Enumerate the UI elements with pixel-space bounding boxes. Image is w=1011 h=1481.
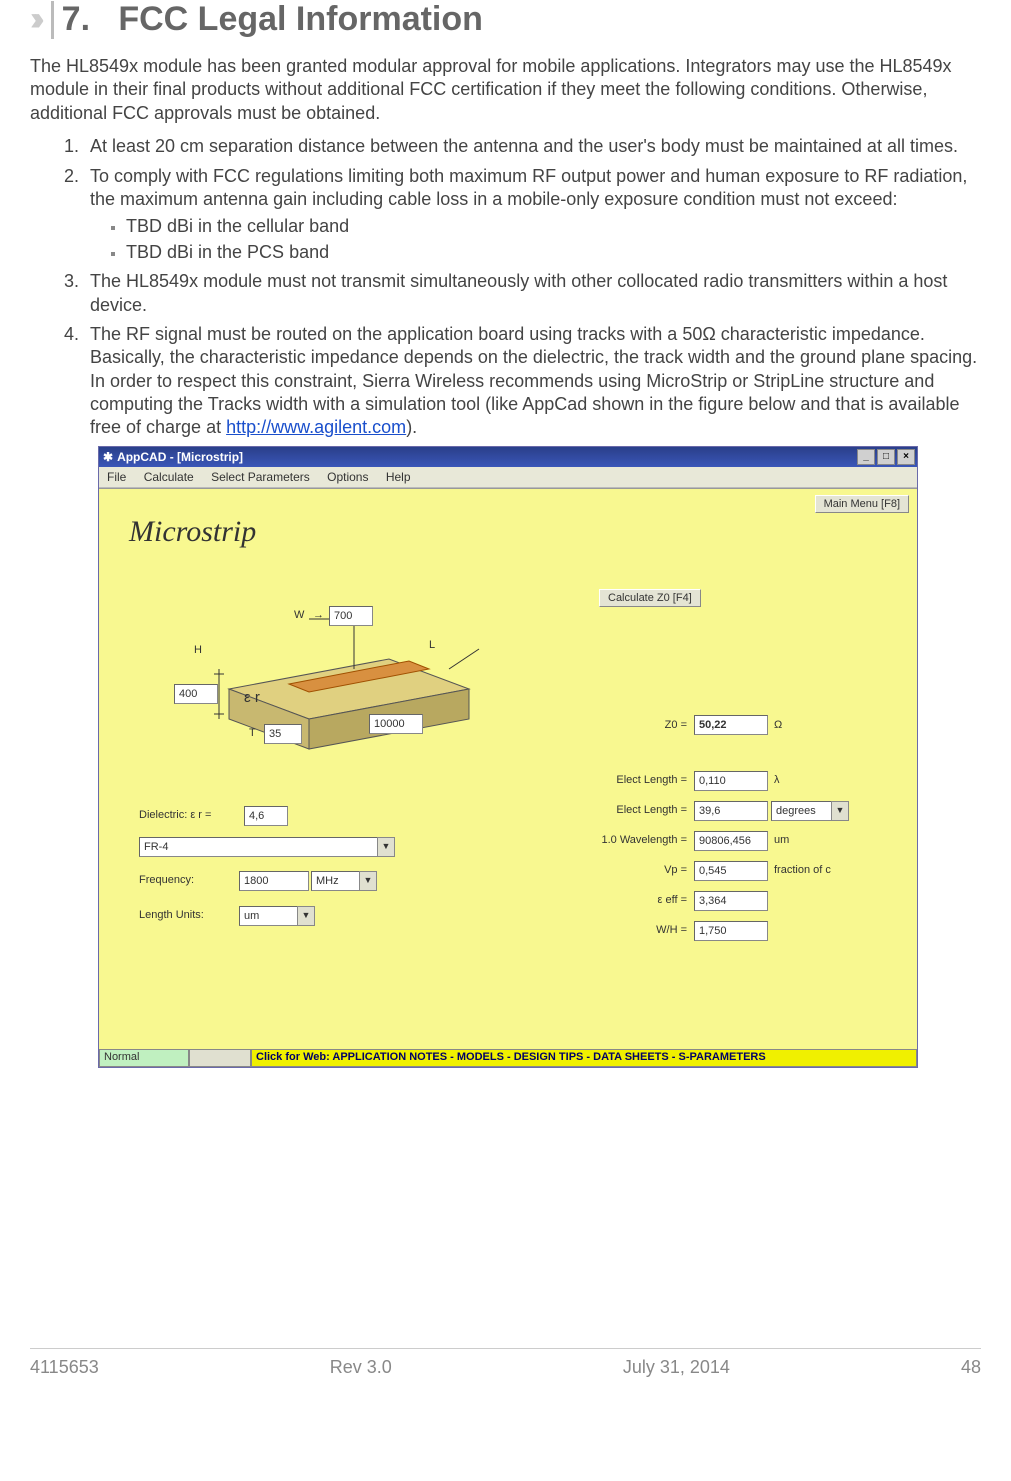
- z0-label: Z0 =: [607, 719, 687, 731]
- agilent-link[interactable]: http://www.agilent.com: [226, 417, 406, 437]
- dielectric-input[interactable]: 4,6: [244, 806, 288, 826]
- main-menu-button[interactable]: Main Menu [F8]: [815, 495, 909, 513]
- er-label: ε r: [244, 689, 260, 706]
- z0-output: 50,22: [694, 715, 768, 735]
- w-label: W: [294, 609, 304, 621]
- page-title: 7. FCC Legal Information: [62, 0, 483, 39]
- section-header: ›› 7. FCC Legal Information: [30, 0, 981, 39]
- titlebar: ✱ AppCAD - [Microstrip] _ □ ×: [99, 447, 917, 467]
- list-item: At least 20 cm separation distance betwe…: [84, 135, 981, 158]
- length-units-label: Length Units:: [139, 909, 204, 921]
- h-input[interactable]: 400: [174, 684, 218, 704]
- maximize-icon[interactable]: □: [877, 449, 895, 465]
- app-icon: ✱: [103, 450, 113, 464]
- page-number: 48: [961, 1357, 981, 1378]
- elen2-output: 39,6: [694, 801, 768, 821]
- status-web-link[interactable]: Click for Web: APPLICATION NOTES - MODEL…: [251, 1049, 917, 1067]
- wh-label: W/H =: [607, 924, 687, 936]
- elen1-unit: λ: [774, 774, 780, 786]
- elen1-label: Elect Length =: [587, 774, 687, 786]
- t-input[interactable]: 35: [264, 724, 302, 744]
- wavelength-label: 1.0 Wavelength =: [567, 834, 687, 846]
- sub-list-item: TBD dBi in the PCS band: [126, 241, 981, 264]
- dropdown-icon[interactable]: ▼: [297, 906, 315, 926]
- menu-file[interactable]: File: [107, 470, 126, 484]
- dropdown-icon[interactable]: ▼: [831, 801, 849, 821]
- l-input[interactable]: 10000: [369, 714, 423, 734]
- list-item: The RF signal must be routed on the appl…: [84, 323, 981, 440]
- eeff-output: 3,364: [694, 891, 768, 911]
- appcad-canvas: Main Menu [F8] Microstrip Calculate Z0 […: [99, 488, 917, 1049]
- menu-calculate[interactable]: Calculate: [144, 470, 194, 484]
- sub-list-item: TBD dBi in the cellular band: [126, 215, 981, 238]
- dropdown-icon[interactable]: ▼: [377, 837, 395, 857]
- page-footer: 4115653 Rev 3.0 July 31, 2014 48: [30, 1349, 981, 1398]
- appcad-window: ✱ AppCAD - [Microstrip] _ □ × File Calcu…: [98, 446, 918, 1068]
- frequency-unit-select[interactable]: MHz: [311, 871, 361, 891]
- panel-title: Microstrip: [129, 515, 256, 549]
- close-icon[interactable]: ×: [897, 449, 915, 465]
- vp-output: 0,545: [694, 861, 768, 881]
- heading-text: FCC Legal Information: [118, 0, 483, 38]
- elen2-unit-select[interactable]: degrees: [771, 801, 833, 821]
- dielectric-label: Dielectric: ε r =: [139, 809, 211, 821]
- wavelength-output: 90806,456: [694, 831, 768, 851]
- vp-unit: fraction of c: [774, 864, 831, 876]
- vp-label: Vp =: [607, 864, 687, 876]
- doc-date: July 31, 2014: [623, 1357, 730, 1378]
- frequency-input[interactable]: 1800: [239, 871, 309, 891]
- menu-help[interactable]: Help: [386, 470, 411, 484]
- t-label: T: [249, 727, 256, 739]
- heading-number: 7.: [62, 0, 90, 38]
- length-units-select[interactable]: um: [239, 906, 299, 926]
- chevrons-icon: ››: [30, 0, 37, 39]
- status-mode: Normal: [99, 1049, 189, 1067]
- l-label: L: [429, 639, 435, 651]
- list-item: To comply with FCC regulations limiting …: [84, 165, 981, 265]
- conditions-list: At least 20 cm separation distance betwe…: [50, 135, 981, 440]
- z0-unit: Ω: [774, 719, 782, 731]
- menu-options[interactable]: Options: [327, 470, 368, 484]
- h-label: H: [194, 644, 202, 656]
- doc-revision: Rev 3.0: [330, 1357, 392, 1378]
- menubar: File Calculate Select Parameters Options…: [99, 467, 917, 488]
- w-input[interactable]: 700: [329, 606, 373, 626]
- divider: [51, 1, 54, 39]
- frequency-label: Frequency:: [139, 874, 194, 886]
- dropdown-icon[interactable]: ▼: [359, 871, 377, 891]
- statusbar: Normal Click for Web: APPLICATION NOTES …: [99, 1049, 917, 1067]
- microstrip-diagram: [159, 569, 499, 779]
- eeff-label: ε eff =: [607, 894, 687, 906]
- menu-select-parameters[interactable]: Select Parameters: [211, 470, 310, 484]
- window-title: AppCAD - [Microstrip]: [117, 450, 243, 464]
- intro-paragraph: The HL8549x module has been granted modu…: [30, 55, 981, 125]
- sub-list: TBD dBi in the cellular band TBD dBi in …: [98, 215, 981, 264]
- doc-id: 4115653: [30, 1357, 99, 1378]
- elen2-label: Elect Length =: [587, 804, 687, 816]
- elen1-output: 0,110: [694, 771, 768, 791]
- material-select[interactable]: FR-4: [139, 837, 379, 857]
- wavelength-unit: um: [774, 834, 789, 846]
- list-item: The HL8549x module must not transmit sim…: [84, 270, 981, 317]
- wh-output: 1,750: [694, 921, 768, 941]
- appcad-figure: ✱ AppCAD - [Microstrip] _ □ × File Calcu…: [98, 446, 918, 1068]
- calculate-button[interactable]: Calculate Z0 [F4]: [599, 589, 701, 607]
- minimize-icon[interactable]: _: [857, 449, 875, 465]
